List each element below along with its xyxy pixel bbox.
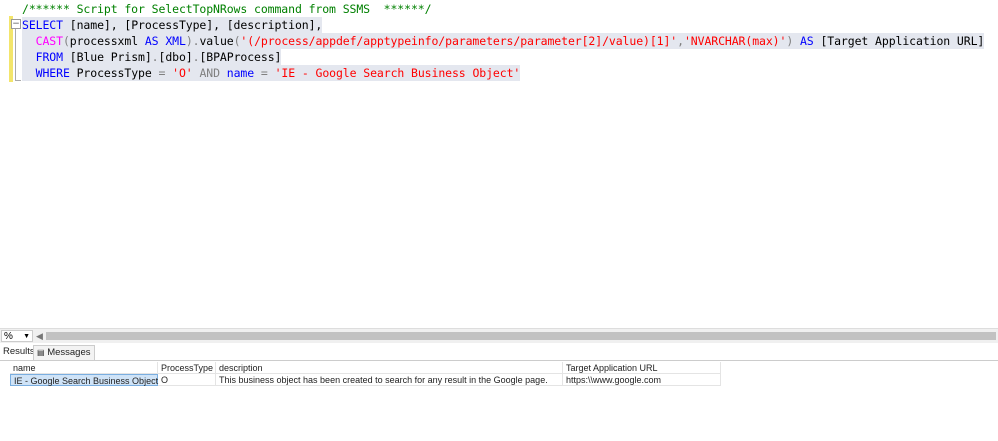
code-token: 'O'	[172, 66, 193, 80]
outline-guide	[15, 29, 21, 81]
column-header-processtype[interactable]: ProcessType	[158, 362, 216, 374]
code-token: [Target Application URL]	[813, 34, 985, 48]
code-token: 'IE - Google Search Business Object'	[274, 66, 521, 80]
code-token: AS	[799, 34, 814, 48]
code-token: AND	[199, 66, 220, 80]
code-token: /****** Script for SelectTopNRows comman…	[22, 2, 432, 16]
code-token: (	[62, 34, 70, 48]
horizontal-scrollbar[interactable]	[46, 332, 996, 340]
scroll-left-icon[interactable]: ◀	[36, 331, 43, 341]
chevron-down-icon: ▼	[23, 333, 30, 340]
messages-icon: ▤	[37, 348, 45, 357]
code-token: [name], [ProcessType], [description],	[62, 18, 323, 32]
query-editor[interactable]: − /****** Script for SelectTopNRows comm…	[0, 0, 998, 326]
code-line[interactable]: FROM [Blue Prism].[dbo].[BPAProcess]	[22, 49, 281, 65]
code-token: ).	[185, 34, 200, 48]
results-tabs: Results ▤ Messages	[0, 344, 998, 361]
column-header-name[interactable]: name	[10, 362, 158, 374]
code-token: =	[260, 66, 268, 80]
code-token: 'NVARCHAR(max)'	[683, 34, 787, 48]
code-token: '(/process/appdef/apptypeinfo/parameters…	[240, 34, 678, 48]
code-token: AS	[144, 34, 159, 48]
code-line[interactable]: WHERE ProcessType = 'O' AND name = 'IE -…	[22, 65, 520, 81]
zoom-dropdown[interactable]: % ▼	[1, 330, 33, 342]
code-token: ProcessType	[69, 66, 159, 80]
code-token: [Blue Prism]	[62, 50, 152, 64]
code-token: XML	[165, 34, 186, 48]
cell-processtype[interactable]: O	[158, 374, 216, 386]
cell-url[interactable]: https:\\www.google.com	[563, 374, 721, 386]
code-token: processxml	[69, 34, 145, 48]
collapse-icon[interactable]: −	[11, 19, 21, 29]
code-token: WHERE	[35, 66, 70, 80]
code-token: name	[226, 66, 255, 80]
code-token: value	[199, 34, 234, 48]
code-token: FROM	[35, 50, 63, 64]
code-line[interactable]: CAST(processxml AS XML).value('(/process…	[22, 33, 984, 49]
code-token: [dbo]	[158, 50, 193, 64]
code-line[interactable]: /****** Script for SelectTopNRows comman…	[22, 1, 432, 17]
code-line[interactable]: SELECT [name], [ProcessType], [descripti…	[22, 17, 322, 33]
code-token: [BPAProcess]	[199, 50, 282, 64]
column-header-description[interactable]: description	[216, 362, 563, 374]
cell-name[interactable]: IE - Google Search Business Object	[10, 374, 158, 386]
cell-description[interactable]: This business object has been created to…	[216, 374, 563, 386]
code-token: CAST	[35, 34, 63, 48]
editor-status-bar: % ▼ ◀	[0, 328, 998, 343]
tab-messages[interactable]: ▤ Messages	[33, 345, 95, 361]
code-token: ,	[677, 34, 684, 48]
code-token: SELECT	[22, 18, 63, 32]
code-token: .	[151, 50, 159, 64]
column-header-url[interactable]: Target Application URL	[563, 362, 721, 374]
